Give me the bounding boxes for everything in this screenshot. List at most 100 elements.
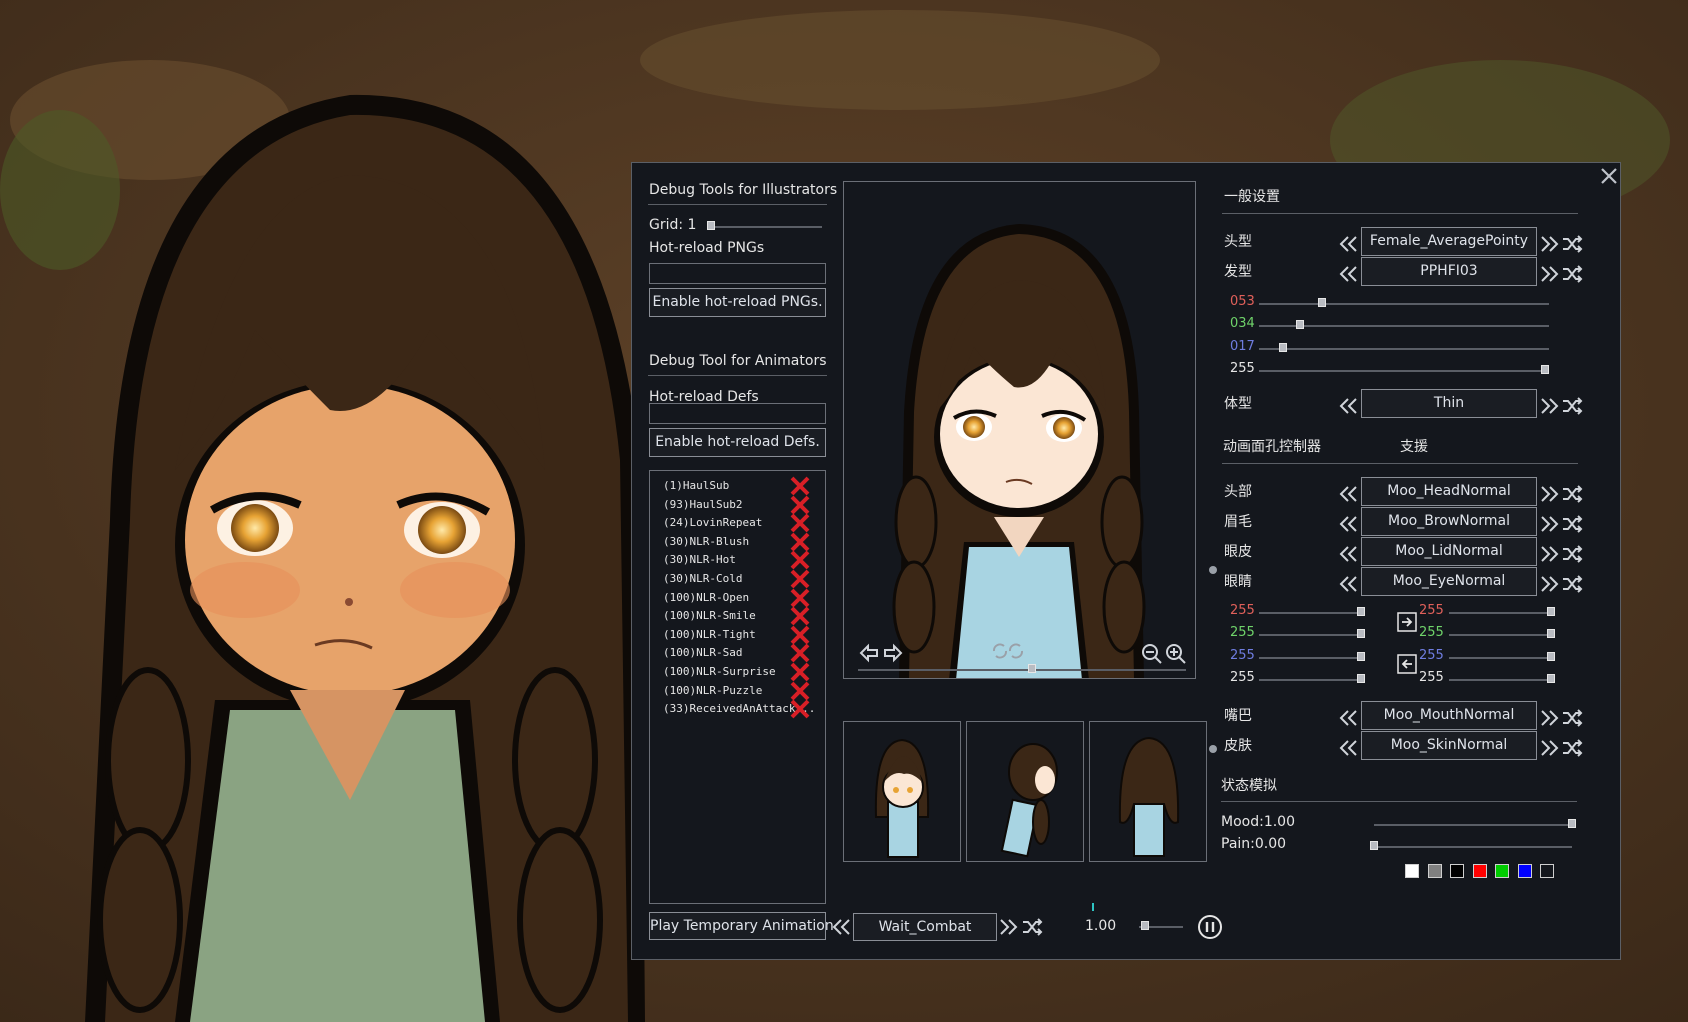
color-swatch[interactable]: [1427, 864, 1442, 878]
grid-slider-handle[interactable]: [707, 221, 715, 230]
pause-icon[interactable]: [1197, 914, 1223, 940]
next-eye-icon[interactable]: [1539, 575, 1559, 593]
face-left-color-slider-handle[interactable]: [1357, 629, 1365, 639]
shuffle-hair-icon[interactable]: [1561, 265, 1583, 283]
face-right-color-slider-handle[interactable]: [1547, 673, 1555, 683]
next-hair-icon[interactable]: [1539, 265, 1559, 283]
pain-slider[interactable]: [1370, 846, 1572, 848]
remove-x-icon[interactable]: [789, 550, 811, 570]
shuffle-skin-icon[interactable]: [1561, 739, 1583, 757]
next-brow-icon[interactable]: [1539, 515, 1559, 533]
shuffle-head-icon[interactable]: [1561, 485, 1583, 503]
face-left-color-slider-handle[interactable]: [1357, 607, 1365, 616]
face-left-color-slider[interactable]: [1259, 656, 1365, 659]
brow-selector[interactable]: Moo_BrowNormal: [1361, 507, 1537, 536]
color-swatch[interactable]: [1517, 864, 1532, 878]
play-temporary-animation-button[interactable]: Play Temporary Animation: [649, 912, 834, 940]
prev-head-icon[interactable]: [1339, 485, 1359, 503]
animation-list-item[interactable]: (100)NLR-Puzzle: [663, 684, 762, 698]
animation-list-item[interactable]: (100)NLR-Surprise: [663, 665, 776, 679]
preview-scrubber-handle[interactable]: [1028, 664, 1036, 673]
hair-color-a-slider-handle[interactable]: [1541, 364, 1549, 374]
next-skin-icon[interactable]: [1539, 739, 1559, 757]
skin-selector[interactable]: Moo_SkinNormal: [1361, 731, 1537, 760]
next-mouth-icon[interactable]: [1539, 709, 1559, 727]
remove-x-icon[interactable]: [789, 495, 811, 515]
thumbnail-front[interactable]: [843, 721, 961, 862]
animation-list-item[interactable]: (93)HaulSub2: [663, 498, 742, 512]
grid-slider[interactable]: [707, 226, 822, 228]
color-swatch[interactable]: [1405, 864, 1419, 878]
resize-handle[interactable]: [1209, 745, 1217, 753]
face-right-color-slider[interactable]: [1449, 634, 1555, 637]
shuffle-brow-icon[interactable]: [1561, 515, 1583, 533]
shuffle-head-icon[interactable]: [1561, 235, 1583, 253]
animation-list-item[interactable]: (30)NLR-Blush: [663, 535, 749, 549]
face-right-color-slider-handle[interactable]: [1547, 629, 1555, 639]
color-swatch[interactable]: [1472, 864, 1487, 878]
face-right-color-slider[interactable]: [1449, 656, 1555, 659]
next-lid-icon[interactable]: [1539, 545, 1559, 563]
prev-lid-icon[interactable]: [1339, 545, 1359, 563]
rotate-left-icon[interactable]: [858, 643, 880, 663]
animation-list-item[interactable]: (24)LovinRepeat: [663, 516, 762, 530]
zoom-in-icon[interactable]: [1165, 643, 1187, 665]
animation-list-item[interactable]: (100)NLR-Tight: [663, 628, 756, 642]
thumbnail-side[interactable]: [966, 721, 1084, 862]
mouth-selector[interactable]: Moo_MouthNormal: [1361, 701, 1537, 730]
remove-x-icon[interactable]: [789, 588, 811, 608]
copy-left-icon[interactable]: [1397, 654, 1417, 674]
lid-selector[interactable]: Moo_LidNormal: [1361, 537, 1537, 566]
head-selector[interactable]: Female_AveragePointy: [1361, 227, 1537, 256]
prev-animation-icon[interactable]: [832, 918, 852, 936]
animation-selector[interactable]: Wait_Combat: [853, 913, 997, 941]
hair-color-r-slider-handle[interactable]: [1318, 298, 1326, 307]
animation-list-item[interactable]: (100)NLR-Open: [663, 591, 749, 605]
face-right-color-slider[interactable]: [1449, 612, 1555, 614]
prev-brow-icon[interactable]: [1339, 515, 1359, 533]
face-right-color-slider-handle[interactable]: [1547, 651, 1555, 661]
hair-selector[interactable]: PPHFI03: [1361, 257, 1537, 286]
preview-scrubber[interactable]: [858, 669, 1186, 671]
remove-x-icon[interactable]: [789, 681, 811, 701]
shuffle-animation-icon[interactable]: [1021, 918, 1043, 936]
face-right-color-slider[interactable]: [1449, 678, 1555, 681]
prev-head-icon[interactable]: [1339, 235, 1359, 253]
enable-hot-png-button[interactable]: Enable hot-reload PNGs.: [649, 288, 826, 317]
animation-list-item[interactable]: (100)NLR-Sad: [663, 646, 742, 660]
mood-slider-handle[interactable]: [1568, 819, 1576, 828]
remove-x-icon[interactable]: [789, 569, 811, 589]
animation-list-item[interactable]: (1)HaulSub: [663, 479, 729, 493]
hair-color-r-slider[interactable]: [1259, 303, 1549, 305]
animation-list-item[interactable]: (100)NLR-Smile: [663, 609, 756, 623]
face-left-color-slider-handle[interactable]: [1357, 651, 1365, 661]
hair-color-b-slider[interactable]: [1259, 347, 1549, 350]
prev-eye-icon[interactable]: [1339, 575, 1359, 593]
remove-x-icon[interactable]: [789, 699, 811, 719]
face-right-color-slider-handle[interactable]: [1547, 607, 1555, 616]
face-left-color-slider[interactable]: [1259, 678, 1365, 681]
hot-png-input[interactable]: [649, 263, 826, 284]
animation-list-item[interactable]: (30)NLR-Hot: [663, 553, 736, 567]
next-head-icon[interactable]: [1539, 485, 1559, 503]
next-body-icon[interactable]: [1539, 397, 1559, 415]
animation-list-item[interactable]: (30)NLR-Cold: [663, 572, 742, 586]
next-head-icon[interactable]: [1539, 235, 1559, 253]
next-animation-icon[interactable]: [998, 918, 1018, 936]
rotate-right-icon[interactable]: [882, 643, 904, 663]
head-selector[interactable]: Moo_HeadNormal: [1361, 477, 1537, 506]
face-left-color-slider[interactable]: [1259, 612, 1365, 614]
remove-x-icon[interactable]: [789, 625, 811, 645]
remove-x-icon[interactable]: [789, 476, 811, 496]
hair-color-g-slider-handle[interactable]: [1296, 320, 1304, 330]
hair-color-b-slider-handle[interactable]: [1279, 342, 1287, 352]
reset-view-icon[interactable]: [990, 641, 1026, 661]
body-selector[interactable]: Thin: [1361, 389, 1537, 418]
thumbnail-back[interactable]: [1089, 721, 1207, 862]
remove-x-icon[interactable]: [789, 606, 811, 626]
remove-x-icon[interactable]: [789, 513, 811, 533]
shuffle-lid-icon[interactable]: [1561, 545, 1583, 563]
shuffle-mouth-icon[interactable]: [1561, 709, 1583, 727]
enable-hot-defs-button[interactable]: Enable hot-reload Defs.: [649, 428, 826, 457]
close-icon[interactable]: [1598, 165, 1620, 187]
